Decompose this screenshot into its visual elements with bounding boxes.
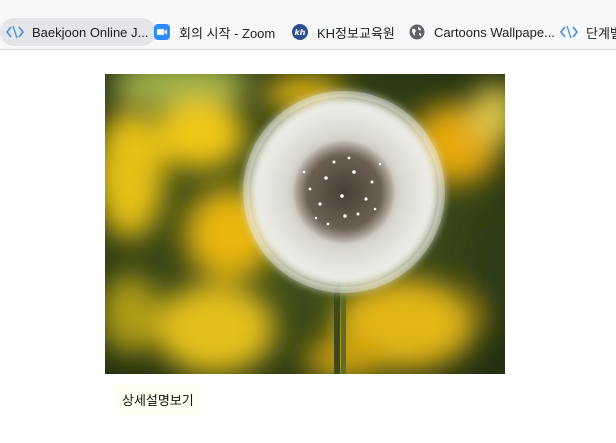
bookmarks-bar: Baekjoon Online J... 회의 시작 - Zoom kh KH정… (0, 0, 616, 50)
code-bracket-icon (560, 23, 578, 41)
bookmark-label: Baekjoon Online J... (32, 24, 149, 40)
globe-icon (408, 23, 426, 41)
code-bracket-icon (6, 23, 24, 41)
bookmark-label: 회의 시작 - Zoom (179, 25, 276, 41)
bookmark-kh[interactable]: kh KH정보교육원 (291, 18, 395, 46)
bookmark-label: Cartoons Wallpape... (434, 24, 555, 40)
dandelion-photo (105, 74, 505, 374)
bookmark-baekjoon[interactable]: Baekjoon Online J... (0, 18, 157, 46)
bookmark-cartoons[interactable]: Cartoons Wallpape... (408, 18, 555, 46)
bookmark-zoom[interactable]: 회의 시작 - Zoom (153, 18, 275, 46)
bookmark-label: KH정보교육원 (317, 25, 395, 41)
svg-text:kh: kh (294, 28, 305, 37)
bookmark-label: 단계별 (586, 25, 616, 41)
detail-view-button[interactable]: 상세설명보기 (115, 384, 201, 415)
bookmark-steps[interactable]: 단계별 (560, 18, 616, 46)
main-content: 상세설명보기 (0, 50, 616, 443)
zoom-camera-icon (153, 23, 171, 41)
kh-logo-icon: kh (291, 23, 309, 41)
